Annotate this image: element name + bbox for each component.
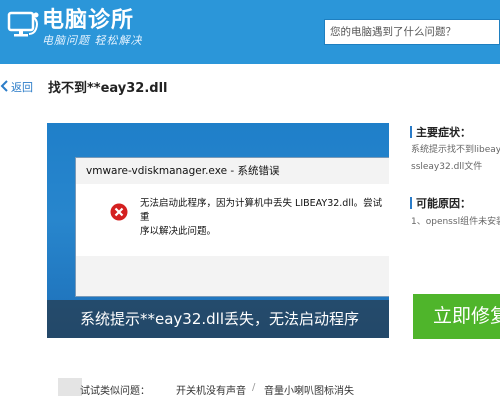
error-dialog: vmware-vdiskmanager.exe - 系统错误 无法启动此程序，因…	[75, 157, 389, 297]
error-line-2: 序以解决此问题。	[140, 226, 217, 237]
dialog-body: 无法启动此程序，因为计算机中丢失 LIBEAY32.dll。尝试重 序以解决此问…	[76, 184, 389, 256]
brand-slogan: 电脑问题 轻松解决	[42, 34, 143, 47]
similar-issues-label: 试试类似问题：	[80, 386, 150, 397]
cause-heading: 可能原因：	[416, 197, 471, 210]
link-separator: /	[252, 382, 256, 393]
search-input[interactable]: 您的电脑遇到了什么问题？	[324, 19, 500, 45]
blurred-avatar	[58, 378, 82, 396]
main-content: 返回 找不到**eay32.dll vmware-vdiskmanager.ex…	[0, 64, 500, 400]
error-message: 无法启动此程序，因为计算机中丢失 LIBEAY32.dll。尝试重 序以解决此问…	[140, 197, 389, 239]
symptom-marker	[410, 126, 412, 138]
error-x-icon	[110, 203, 128, 221]
fix-now-button[interactable]: 立即修复	[413, 294, 500, 339]
caption-bar: 系统提示**eay32.dll丢失，无法启动程序	[47, 300, 389, 338]
symptom-line-1: 系统提示找不到libeay	[411, 145, 500, 155]
monitor-stethoscope-icon[interactable]	[6, 7, 40, 41]
page-title: 找不到**eay32.dll	[48, 81, 168, 96]
symptom-heading: 主要症状：	[416, 126, 471, 139]
symptom-line-2: ssleay32.dll文件	[411, 162, 483, 172]
screenshot-caption: 系统提示**eay32.dll丢失，无法启动程序	[80, 310, 360, 328]
brand-title[interactable]: 电脑诊所	[42, 9, 134, 33]
error-line-1: 无法启动此程序，因为计算机中丢失 LIBEAY32.dll。尝试重	[140, 198, 383, 223]
similar-link-volume-icon[interactable]: 音量小喇叭图标消失	[264, 382, 354, 397]
top-header: 电脑诊所 电脑问题 轻松解决 您的电脑遇到了什么问题？	[0, 0, 500, 64]
error-screenshot: vmware-vdiskmanager.exe - 系统错误 无法启动此程序，因…	[47, 123, 389, 338]
cause-line-1: 1、openssl组件未安装	[411, 217, 500, 227]
back-link[interactable]: 返回	[11, 79, 33, 95]
dialog-title: vmware-vdiskmanager.exe - 系统错误	[86, 165, 280, 177]
cause-marker	[410, 197, 412, 209]
similar-link-no-sound[interactable]: 开关机没有声音	[176, 382, 246, 397]
back-arrow-icon[interactable]	[0, 80, 8, 92]
